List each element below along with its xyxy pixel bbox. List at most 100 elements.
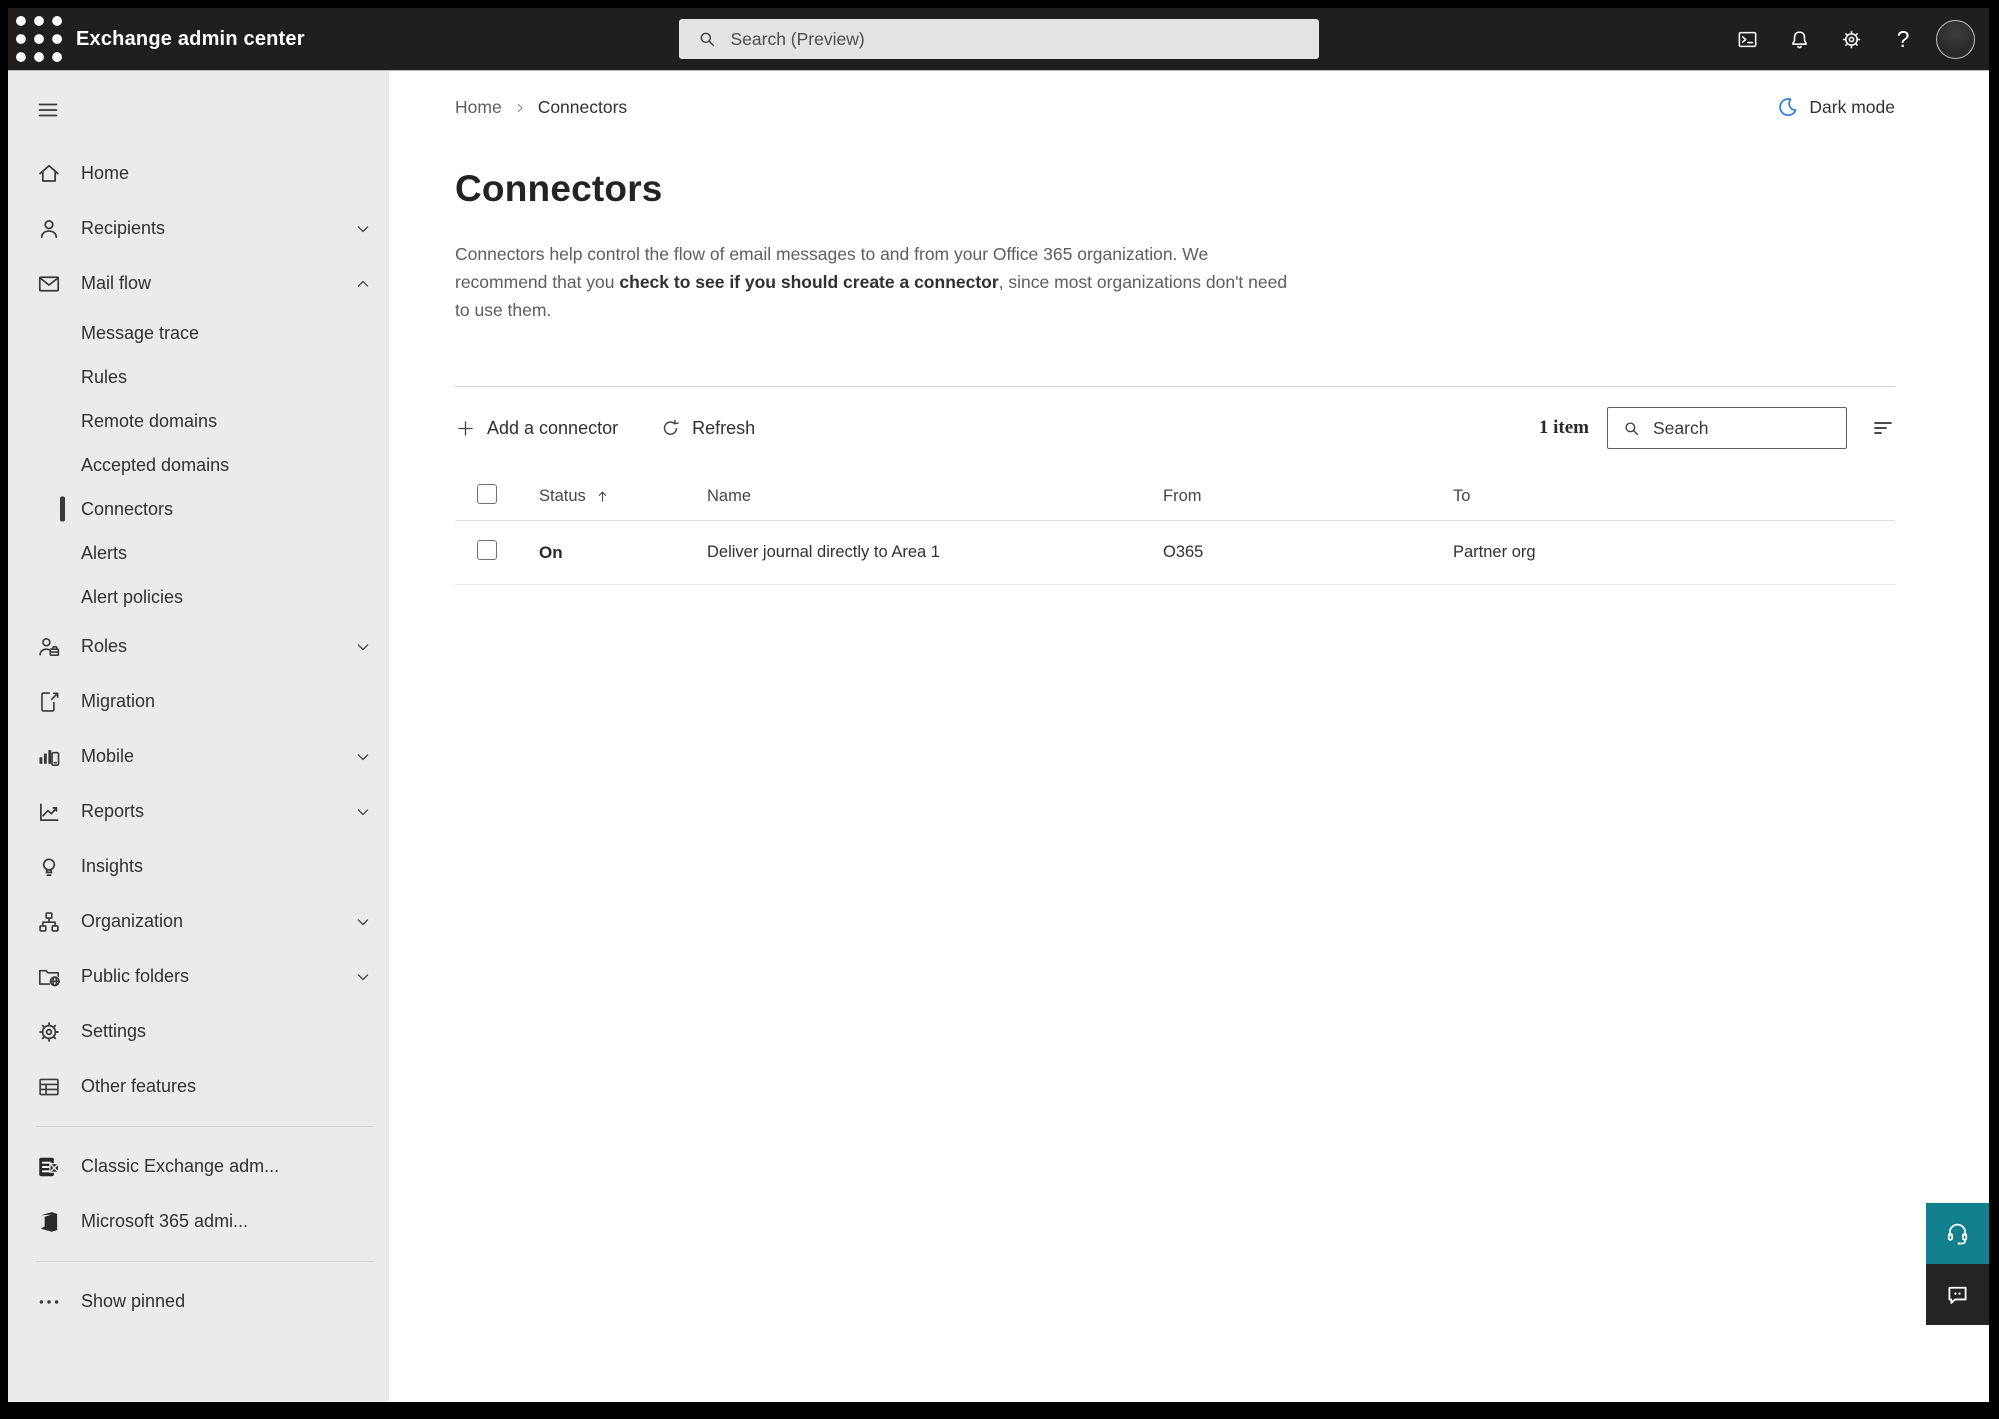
cell-name: Deliver journal directly to Area 1 <box>707 543 940 561</box>
main-content: Home Connectors Dark mode Connectors Con… <box>389 70 1989 1402</box>
add-connector-label: Add a connector <box>487 417 619 438</box>
mail-icon <box>36 271 62 297</box>
sidebar-item-label: Microsoft 365 admi... <box>81 1211 249 1231</box>
sidebar-item-label: Organization <box>81 911 184 931</box>
sidebar-item-reports[interactable]: Reports <box>8 784 389 839</box>
sidebar-item-mail-flow[interactable]: Mail flow <box>8 256 389 311</box>
chart-line-icon <box>36 799 62 825</box>
topbar: Exchange admin center ? <box>8 8 1989 70</box>
sidebar-item-show-pinned[interactable]: Show pinned <box>8 1274 389 1329</box>
sidebar-item-label: Rules <box>81 366 128 387</box>
refresh-label: Refresh <box>692 417 756 438</box>
column-header-name[interactable]: Name <box>707 487 1163 506</box>
row-checkbox[interactable] <box>477 540 497 560</box>
support-widgets <box>1926 1203 1989 1325</box>
sidebar-item-label: Accepted domains <box>81 454 230 475</box>
sidebar-item-label: Roles <box>81 636 128 656</box>
home-icon <box>36 161 62 187</box>
column-header-status[interactable]: Status <box>539 487 707 506</box>
page-description: Connectors help control the flow of emai… <box>455 240 1300 324</box>
filter-button[interactable] <box>1871 416 1895 440</box>
sidebar-item-label: Settings <box>81 1021 147 1041</box>
sidebar-item-classic-exchange-admin[interactable]: Classic Exchange adm... <box>8 1139 389 1194</box>
sidebar-item-label: Migration <box>81 691 156 711</box>
cell-to: Partner org <box>1453 543 1536 561</box>
description-link[interactable]: check to see if you should create a conn… <box>619 272 998 292</box>
sidebar-item-other-features[interactable]: Other features <box>8 1059 389 1114</box>
help-button[interactable]: ? <box>1877 8 1929 70</box>
sidebar-item-remote-domains[interactable]: Remote domains <box>8 399 389 443</box>
connectors-table: Status Name From To On Deliver journal di… <box>455 473 1895 585</box>
selected-indicator <box>60 496 65 522</box>
global-search-box[interactable] <box>678 19 1319 59</box>
office-logo-icon <box>36 1209 62 1235</box>
sidebar-item-accepted-domains[interactable]: Accepted domains <box>8 443 389 487</box>
topbar-actions: ? <box>1721 8 1989 70</box>
chevron-down-icon <box>353 967 373 987</box>
settings-button[interactable] <box>1825 8 1877 70</box>
chevron-up-icon <box>353 274 373 294</box>
sidebar-item-rules[interactable]: Rules <box>8 355 389 399</box>
sidebar-item-mobile[interactable]: Mobile <box>8 729 389 784</box>
notifications-button[interactable] <box>1773 8 1825 70</box>
person-icon <box>36 216 62 242</box>
sidebar-item-label: Reports <box>81 801 145 821</box>
sidebar-item-home[interactable]: Home <box>8 146 389 201</box>
sidebar-item-public-folders[interactable]: Public folders <box>8 949 389 1004</box>
chat-feedback-icon <box>1944 1281 1971 1308</box>
dark-mode-toggle[interactable]: Dark mode <box>1777 96 1895 118</box>
cell-status: On <box>539 542 563 562</box>
sidebar-item-alert-policies[interactable]: Alert policies <box>8 575 389 619</box>
list-toolbar: Add a connector Refresh 1 item <box>455 386 1895 473</box>
table-row[interactable]: On Deliver journal directly to Area 1 O365… <box>455 521 1895 585</box>
sidebar-item-label: Alerts <box>81 542 128 563</box>
list-search-box[interactable] <box>1607 407 1847 449</box>
column-header-from[interactable]: From <box>1163 487 1453 506</box>
sidebar-item-message-trace[interactable]: Message trace <box>8 311 389 355</box>
item-count: 1 item <box>1538 417 1589 438</box>
app-title: Exchange admin center <box>76 27 305 50</box>
chevron-down-icon <box>353 747 373 767</box>
folder-globe-icon <box>36 964 62 990</box>
sidebar-item-microsoft-365-admin[interactable]: Microsoft 365 admi... <box>8 1194 389 1249</box>
sidebar-item-label: Classic Exchange adm... <box>81 1156 280 1176</box>
cell-from: O365 <box>1163 543 1204 561</box>
sort-ascending-icon <box>595 489 610 504</box>
account-button[interactable] <box>1929 8 1981 70</box>
breadcrumb-home[interactable]: Home <box>455 97 502 118</box>
sidebar-item-alerts[interactable]: Alerts <box>8 531 389 575</box>
sidebar-item-label: Connectors <box>81 498 174 519</box>
global-search-input[interactable] <box>730 28 1305 50</box>
app-launcher-button[interactable] <box>8 8 70 70</box>
sidebar-item-recipients[interactable]: Recipients <box>8 201 389 256</box>
help-support-button[interactable] <box>1926 1203 1989 1264</box>
refresh-button[interactable]: Refresh <box>660 418 755 439</box>
list-search-input[interactable] <box>1653 417 1836 439</box>
sidebar-item-label: Remote domains <box>81 410 218 431</box>
feedback-button[interactable] <box>1926 1264 1989 1325</box>
org-icon <box>36 909 62 935</box>
sidebar-item-label: Other features <box>81 1076 197 1096</box>
moon-icon <box>1777 96 1799 118</box>
sidebar-item-migration[interactable]: Migration <box>8 674 389 729</box>
page-title: Connectors <box>455 168 663 209</box>
sidebar-item-roles[interactable]: Roles <box>8 619 389 674</box>
table-header: Status Name From To <box>455 473 1895 521</box>
sidebar-divider <box>36 1261 374 1262</box>
sidebar-item-label: Home <box>81 163 130 183</box>
sidebar: Home Recipients Mail flow Message trace Rule… <box>8 70 389 1402</box>
table-body: On Deliver journal directly to Area 1 O365… <box>455 521 1895 585</box>
column-header-to[interactable]: To <box>1453 487 1895 506</box>
sidebar-item-organization[interactable]: Organization <box>8 894 389 949</box>
doc-arrow-icon <box>36 689 62 715</box>
mobile-chart-icon <box>36 744 62 770</box>
sidebar-item-label: Recipients <box>81 218 166 238</box>
add-connector-button[interactable]: Add a connector <box>455 418 618 439</box>
table-grid-icon <box>36 1074 62 1100</box>
select-all-checkbox[interactable] <box>477 484 497 504</box>
powershell-button[interactable] <box>1721 8 1773 70</box>
sidebar-item-connectors[interactable]: Connectors <box>8 487 389 531</box>
sidebar-item-insights[interactable]: Insights <box>8 839 389 894</box>
gear-icon <box>1840 28 1863 51</box>
sidebar-item-settings[interactable]: Settings <box>8 1004 389 1059</box>
